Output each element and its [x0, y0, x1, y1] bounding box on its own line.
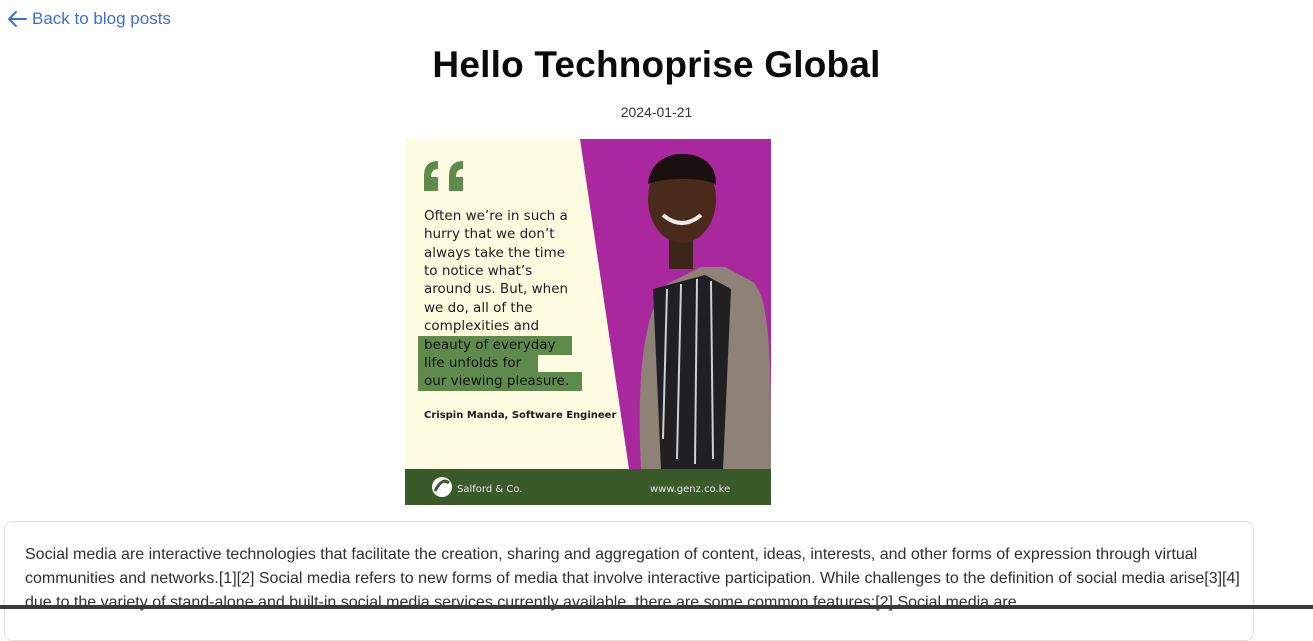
- quote-highlight-line: beauty of everyday: [424, 337, 556, 353]
- website-text: www.genz.co.ke: [650, 484, 730, 495]
- quote-line: always take the time: [424, 245, 565, 261]
- post-date: 2024-01-21: [620, 104, 693, 120]
- post-content-card: Social media are interactive technologie…: [4, 521, 1254, 641]
- brand-logo-icon: [432, 477, 452, 497]
- back-link-label: Back to blog posts: [32, 9, 171, 28]
- brand-name: Salford & Co.: [457, 484, 522, 495]
- quote-line: we do, all of the: [424, 300, 533, 316]
- quote-attribution: Crispin Manda, Software Engineer: [424, 410, 616, 421]
- quote-highlight-line: our viewing pleasure.: [424, 373, 569, 389]
- arrow-left-icon: [6, 8, 28, 30]
- post-title: Hello Technoprise Global: [432, 44, 881, 85]
- post-featured-image: Often we’re in such a hurry that we don’…: [405, 139, 771, 505]
- back-to-blog-link[interactable]: Back to blog posts: [6, 8, 171, 30]
- quote-line: around us. But, when: [424, 281, 568, 297]
- window-bottom-edge: [0, 605, 1313, 609]
- quote-highlight-line: life unfolds for: [424, 355, 522, 371]
- quote-line: hurry that we don’t: [424, 226, 555, 242]
- quote-line: complexities and: [424, 318, 539, 334]
- quote-line: Often we’re in such a: [424, 208, 568, 224]
- quote-line: to notice what’s: [424, 263, 532, 279]
